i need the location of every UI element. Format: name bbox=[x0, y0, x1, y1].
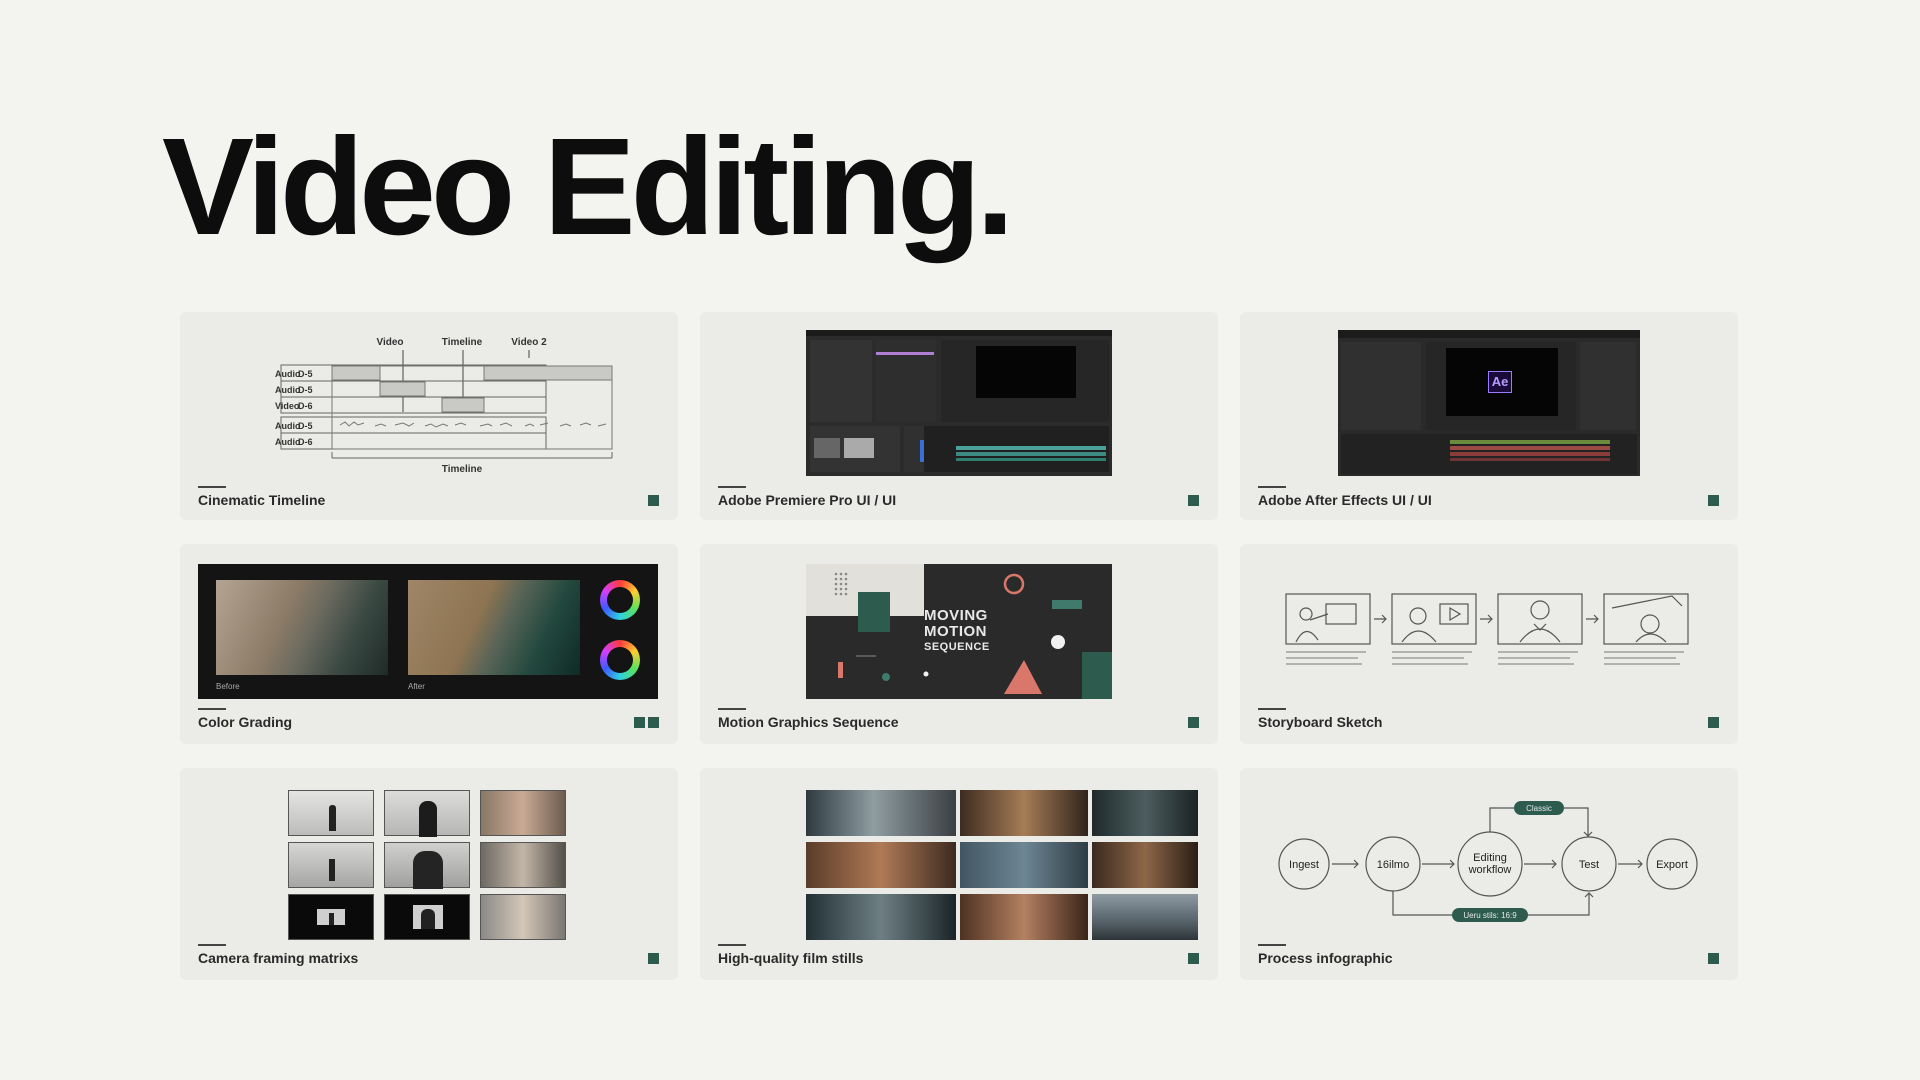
card-rule bbox=[198, 944, 226, 946]
timeline-top-label: Timeline bbox=[442, 337, 483, 348]
frame-thumbnail bbox=[288, 790, 374, 836]
timeline-row-code: D-6 bbox=[298, 401, 313, 411]
card-marker-icon bbox=[1708, 717, 1719, 728]
frame-thumbnail bbox=[384, 894, 470, 940]
color-wheel-icon bbox=[600, 580, 640, 620]
timeline-row-code: D-5 bbox=[298, 421, 313, 431]
card-label: Cinematic Timeline bbox=[198, 492, 326, 508]
card-label: Camera framing matrixs bbox=[198, 950, 359, 966]
motion-graphics-thumbnail: MOVING MOTION SEQUENCE bbox=[806, 564, 1112, 699]
card-rule bbox=[1258, 944, 1286, 946]
frame-thumbnail bbox=[384, 842, 470, 889]
film-still bbox=[960, 790, 1088, 836]
card-marker-icon bbox=[648, 953, 659, 964]
motion-title-line: SEQUENCE bbox=[924, 641, 990, 653]
process-node: Editing workflow bbox=[1468, 852, 1512, 876]
after-effects-logo: Ae bbox=[1488, 371, 1512, 393]
before-label: Before bbox=[216, 682, 240, 691]
card-label: Adobe After Effects UI / UI bbox=[1258, 492, 1432, 508]
card-rule bbox=[198, 486, 226, 488]
process-badge: Ueru stils: 16:9 bbox=[1463, 911, 1517, 920]
frame-thumbnail bbox=[480, 842, 566, 888]
card-storyboard[interactable]: Storyboard Sketch bbox=[1240, 544, 1738, 744]
card-premiere-pro[interactable]: Adobe Premiere Pro UI / UI bbox=[700, 312, 1218, 520]
premiere-ui-thumbnail bbox=[806, 330, 1112, 476]
film-stills-grid bbox=[806, 790, 1200, 940]
card-rule bbox=[1258, 486, 1286, 488]
timeline-row-code: D-5 bbox=[298, 385, 313, 395]
frame-thumbnail bbox=[288, 842, 374, 888]
page-title: Video Editing. bbox=[162, 110, 1014, 264]
card-marker-icon bbox=[1188, 953, 1199, 964]
storyboard-sketch bbox=[1285, 593, 1689, 665]
film-still bbox=[960, 894, 1088, 940]
timeline-top-label: Video bbox=[376, 337, 403, 348]
after-image bbox=[408, 580, 580, 675]
frame-thumbnail bbox=[288, 894, 374, 940]
frame-thumbnail bbox=[480, 790, 566, 836]
timeline-top-label: Video 2 bbox=[511, 337, 547, 348]
color-wheel-icon bbox=[600, 640, 640, 680]
process-node: Export bbox=[1656, 859, 1688, 871]
card-rule bbox=[718, 486, 746, 488]
film-still bbox=[1092, 842, 1198, 888]
process-node: 16ilmo bbox=[1377, 859, 1409, 871]
process-node: Test bbox=[1579, 859, 1599, 871]
card-marker-icon bbox=[1708, 495, 1719, 506]
card-label: Motion Graphics Sequence bbox=[718, 714, 899, 730]
card-marker-icon bbox=[648, 495, 659, 506]
card-rule bbox=[198, 708, 226, 710]
card-label: Adobe Premiere Pro UI / UI bbox=[718, 492, 897, 508]
film-still bbox=[1092, 894, 1198, 940]
card-camera-framing[interactable]: Camera framing matrixs bbox=[180, 768, 678, 980]
card-label: Storyboard Sketch bbox=[1258, 714, 1383, 730]
card-film-stills[interactable]: High-quality film stills bbox=[700, 768, 1218, 980]
film-still bbox=[806, 842, 956, 888]
frame-thumbnail bbox=[480, 894, 566, 940]
card-marker-icon bbox=[1188, 717, 1199, 728]
card-marker-icon bbox=[648, 717, 659, 728]
timeline-row-code: D-5 bbox=[298, 369, 313, 379]
card-process-infographic[interactable]: Ingest 16ilmo Test Export Classic Ueru s… bbox=[1240, 768, 1738, 980]
film-still bbox=[960, 842, 1088, 888]
card-label: Process infographic bbox=[1258, 950, 1393, 966]
card-marker-icon bbox=[1708, 953, 1719, 964]
card-rule bbox=[718, 708, 746, 710]
card-motion-graphics[interactable]: MOVING MOTION SEQUENCE Motion Graphics S… bbox=[700, 544, 1218, 744]
framing-grid bbox=[288, 790, 568, 940]
process-badge: Classic bbox=[1526, 804, 1552, 813]
timeline-row-type: Video bbox=[275, 401, 300, 411]
timeline-diagram: Video Timeline Video 2 Audio Audio Video… bbox=[275, 337, 613, 475]
motion-title-line: MOTION bbox=[924, 623, 987, 640]
card-label: Color Grading bbox=[198, 714, 293, 730]
film-still bbox=[806, 790, 956, 836]
card-rule bbox=[718, 944, 746, 946]
after-effects-ui-thumbnail: Ae bbox=[1338, 330, 1640, 476]
film-still bbox=[806, 894, 956, 940]
card-rule bbox=[1258, 708, 1286, 710]
motion-title-line: MOVING bbox=[924, 607, 988, 624]
timeline-row-code: D-6 bbox=[298, 437, 313, 447]
card-after-effects[interactable]: Ae Adobe After Effects UI / UI bbox=[1240, 312, 1738, 520]
card-cinematic-timeline[interactable]: Video Timeline Video 2 Audio Audio Video… bbox=[180, 312, 678, 520]
card-marker-icon bbox=[634, 717, 645, 728]
film-still bbox=[1092, 790, 1198, 836]
process-node: Ingest bbox=[1289, 859, 1319, 871]
frame-thumbnail bbox=[384, 790, 470, 837]
before-image bbox=[216, 580, 388, 675]
timeline-bottom-label: Timeline bbox=[442, 464, 483, 475]
color-grading-thumbnail: Before After bbox=[198, 564, 658, 699]
card-color-grading[interactable]: Before After Color Grading bbox=[180, 544, 678, 744]
card-marker-icon bbox=[1188, 495, 1199, 506]
card-label: High-quality film stills bbox=[718, 950, 864, 966]
after-label: After bbox=[408, 682, 425, 691]
